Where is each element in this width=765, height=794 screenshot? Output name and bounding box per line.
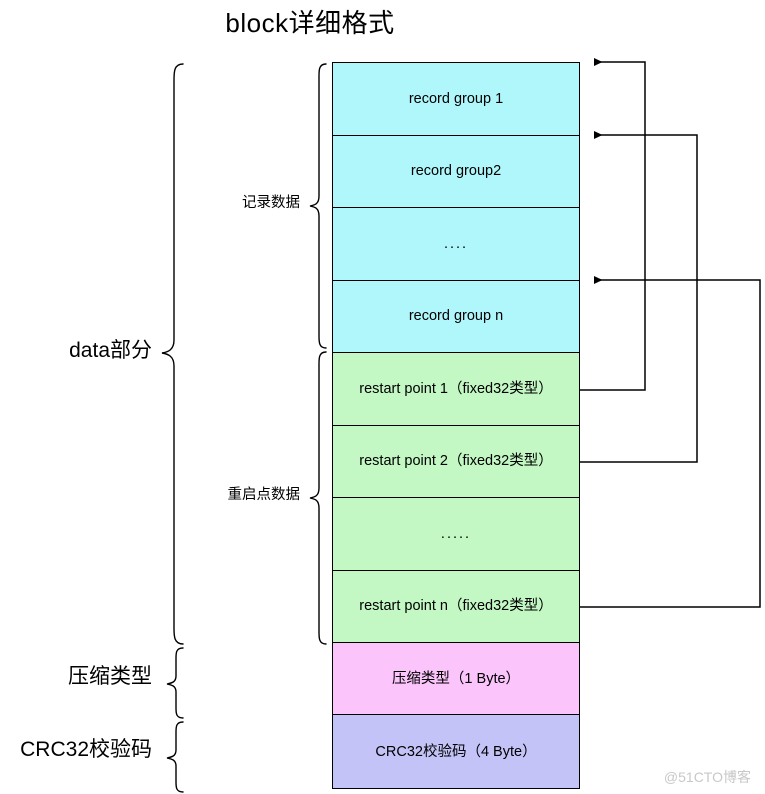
brace-restart-data [309,351,327,645]
connector-restart2-to-record2 [580,131,698,463]
block-structure-stack: record group 1 record group2 .... record… [332,62,580,789]
brace-record-data [309,63,327,349]
watermark: @51CTO博客 [663,769,751,785]
connector-restart1-to-record1 [580,58,646,391]
brace-compression-type [166,647,184,719]
brace-crc32 [166,721,184,793]
block-row-restart-point-ellipsis: ..... [333,498,579,571]
section-label-crc32: CRC32校验码 [20,738,152,761]
page-title: block详细格式 [225,8,395,38]
section-label-record-data: 记录数据 [242,195,300,211]
block-format-diagram: block详细格式 data部分 记录数据 重启点数据 压缩类型 CRC32校验… [0,0,765,794]
section-label-data-part: data部分 [69,339,152,362]
block-row-restart-point-2: restart point 2（fixed32类型） [333,425,579,498]
block-row-record-group-n: record group n [333,280,579,353]
block-row-crc32: CRC32校验码（4 Byte） [333,715,579,788]
block-row-record-group-2: record group2 [333,135,579,208]
connector-restartn-to-recordn [580,276,761,608]
block-row-record-group-ellipsis: .... [333,208,579,281]
section-label-compression-type: 压缩类型 [68,665,152,688]
block-row-compression-type: 压缩类型（1 Byte） [333,643,579,715]
block-row-record-group-1: record group 1 [333,63,579,136]
block-row-restart-point-n: restart point n（fixed32类型） [333,570,579,643]
section-label-restart-data: 重启点数据 [227,487,301,503]
block-row-restart-point-1: restart point 1（fixed32类型） [333,353,579,426]
brace-data-part [161,63,184,645]
